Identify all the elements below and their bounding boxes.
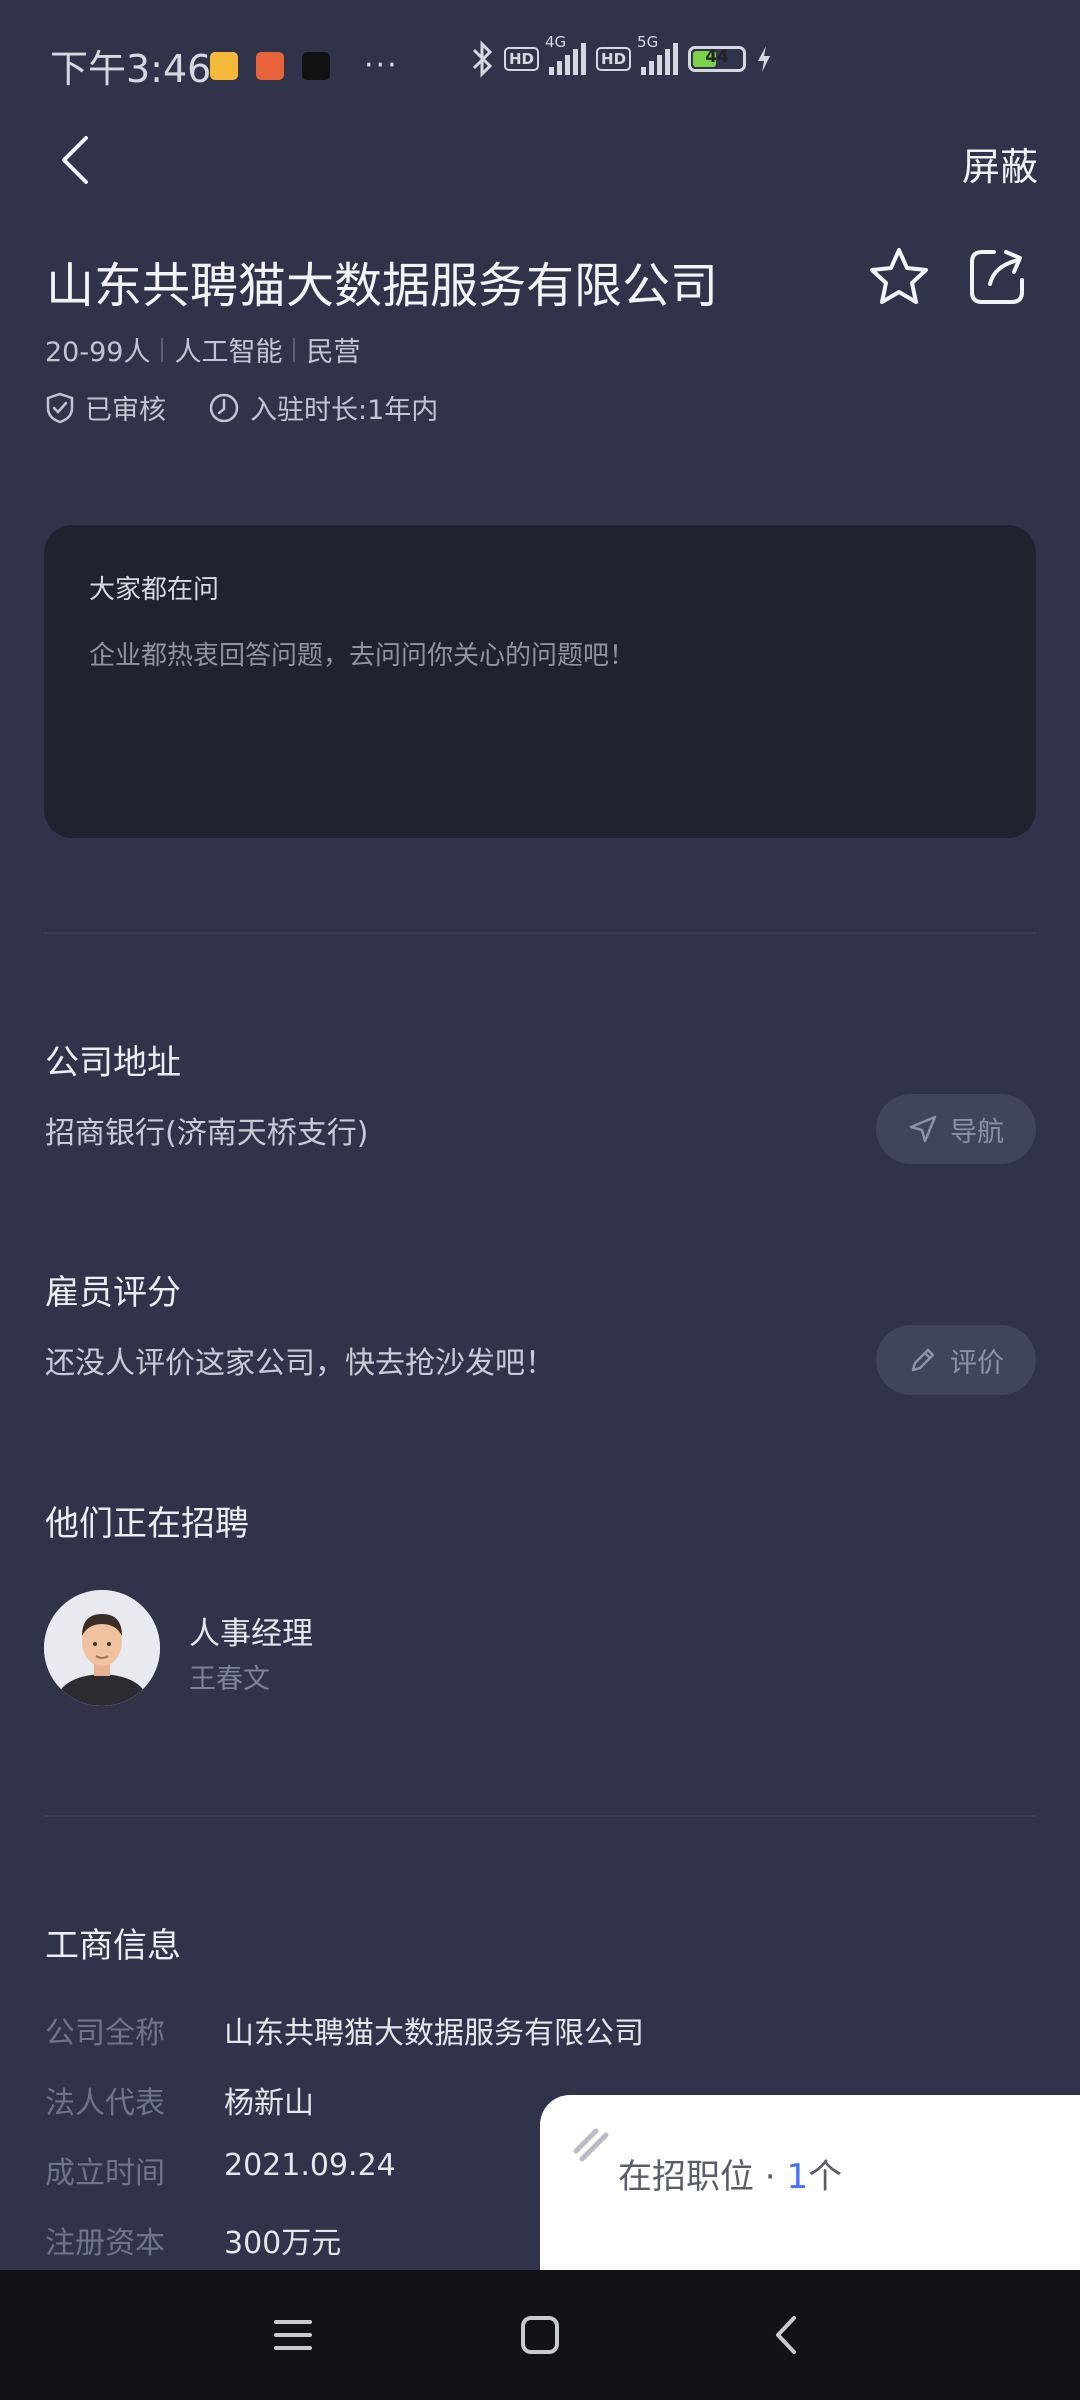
tiktok-app-icon [302, 51, 330, 80]
system-nav-bar [0, 2270, 1080, 2400]
review-label: 评价 [950, 1347, 1004, 1379]
star-icon[interactable] [866, 244, 932, 310]
menu-icon[interactable] [268, 2310, 318, 2360]
more-dots-icon: ··· [364, 48, 399, 83]
company-meta: 已审核 入驻时长:1年内 [45, 388, 480, 427]
slash-decor-icon [573, 2128, 609, 2162]
info-row-legal-rep: 法人代表 杨新山 [45, 2078, 314, 2122]
battery-level: 44 [705, 47, 729, 67]
recruiter-name: 王春文 [189, 1664, 270, 1695]
pencil-icon [911, 1348, 935, 1372]
open-positions-count: 1 [786, 2157, 809, 2197]
info-label: 公司全称 [45, 2016, 165, 2051]
tag-ownership: 民营 [306, 337, 361, 368]
section-divider [44, 1815, 1036, 1817]
status-indicators: HD 4G HD 5G 44 [470, 33, 772, 78]
open-positions-panel[interactable]: 在招职位 · 1个 [540, 2095, 1080, 2270]
recruiter-role[interactable]: 人事经理 [189, 1608, 313, 1653]
company-tags: 20-99人 人工智能 民营 [45, 330, 360, 369]
info-value: 2021.09.24 [224, 2148, 396, 2183]
hd-badge: HD [504, 47, 540, 71]
info-row-founded: 成立时间 2021.09.24 [45, 2148, 396, 2192]
tenure-info: 入驻时长:1年内 [208, 388, 438, 427]
charging-icon [758, 46, 771, 72]
mi-app-icon [256, 51, 284, 80]
bluetooth-icon [472, 40, 493, 78]
address-section-title: 公司地址 [45, 1043, 181, 1083]
section-divider [44, 932, 1036, 934]
info-row-capital: 注册资本 300万元 [45, 2218, 341, 2262]
status-time: 下午3:46 [50, 47, 212, 91]
business-info-title: 工商信息 [45, 1926, 181, 1966]
reviews-section-title: 雇员评分 [45, 1273, 181, 1313]
tag-separator [293, 337, 296, 362]
open-positions-label: 在招职位 · 1个 [618, 2157, 843, 2197]
recruiter-avatar[interactable] [44, 1590, 160, 1706]
hd-badge-2: HD [596, 47, 632, 71]
verified-label: 已审核 [85, 395, 166, 426]
qa-title: 大家都在问 [89, 575, 220, 605]
tag-industry: 人工智能 [174, 337, 283, 368]
review-button[interactable]: 评价 [876, 1325, 1036, 1395]
navigate-label: 导航 [950, 1116, 1004, 1148]
tag-size: 20-99人 [45, 337, 151, 368]
info-value: 300万元 [224, 2226, 342, 2261]
info-label: 成立时间 [45, 2156, 165, 2191]
battery-icon: 44 [688, 46, 747, 72]
recruiters-section-title: 他们正在招聘 [45, 1504, 249, 1544]
status-bar: 下午3:46 ··· HD 4G HD 5G 44 [0, 0, 1080, 120]
info-row-full-name: 公司全称 山东共聘猫大数据服务有限公司 [45, 2008, 644, 2052]
navigation-arrow-icon [909, 1115, 937, 1143]
home-square-icon[interactable] [515, 2310, 565, 2360]
qa-description: 企业都热衷回答问题，去问问你关心的问题吧！ [89, 641, 636, 671]
company-name: 山东共聘猫大数据服务有限公司 [46, 258, 719, 314]
share-icon[interactable] [964, 244, 1030, 310]
notification-icons: ··· [210, 48, 399, 83]
tag-separator [161, 337, 164, 362]
info-label: 注册资本 [45, 2226, 165, 2261]
info-label: 法人代表 [45, 2086, 165, 2121]
signal-4g-icon: 4G [545, 33, 587, 75]
navigate-button[interactable]: 导航 [876, 1094, 1036, 1164]
back-icon[interactable] [50, 130, 110, 190]
block-button[interactable]: 屏蔽 [962, 136, 1038, 191]
info-value: 杨新山 [224, 2086, 314, 2121]
clock-icon [209, 393, 239, 422]
verified-badge: 已审核 [45, 388, 166, 427]
info-value: 山东共聘猫大数据服务有限公司 [224, 2016, 644, 2051]
reviews-empty-text: 还没人评价这家公司，快去抢沙发吧！ [45, 1346, 555, 1381]
signal-5g-icon: 5G [637, 33, 679, 75]
address-value: 招商银行(济南天桥支行) [45, 1116, 369, 1151]
back-triangle-icon[interactable] [762, 2310, 812, 2360]
notes-app-icon [210, 51, 238, 80]
shield-check-icon [46, 392, 74, 423]
qa-card[interactable]: 大家都在问 企业都热衷回答问题，去问问你关心的问题吧！ [44, 525, 1036, 838]
tenure-label: 入驻时长:1年内 [250, 395, 439, 426]
